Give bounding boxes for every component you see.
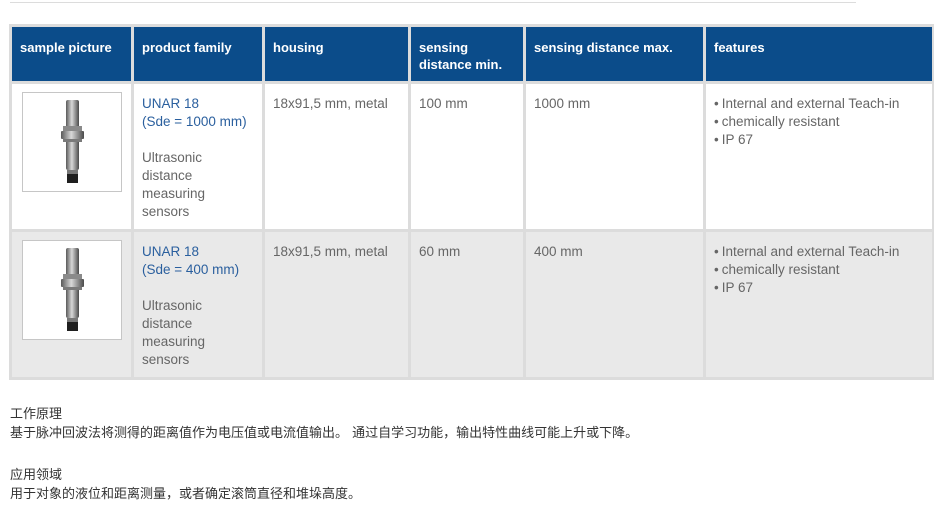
header-housing: housing <box>265 27 408 81</box>
header-sensing-distance-min: sensing distance min. <box>411 27 523 81</box>
features-list: Internal and external Teach-in chemicall… <box>714 95 924 149</box>
application-heading: 应用领域 <box>10 468 63 483</box>
sensing-max-cell: 400 mm <box>526 232 703 377</box>
product-name[interactable]: UNAR 18 <box>142 95 254 113</box>
product-family-cell: UNAR 18 (Sde = 400 mm) Ultrasonic distan… <box>134 232 262 377</box>
header-features: features <box>706 27 932 81</box>
product-table: sample picture product family housing se… <box>9 24 934 380</box>
product-family-cell: UNAR 18 (Sde = 1000 mm) Ultrasonic dista… <box>134 84 262 229</box>
top-divider <box>10 2 856 3</box>
product-sde[interactable]: (Sde = 400 mm) <box>142 261 254 279</box>
feature-item: chemically resistant <box>714 113 924 131</box>
application-text: 用于对象的液位和距离测量，或者确定滚筒直径和堆垛高度。 <box>10 487 362 502</box>
feature-item: Internal and external Teach-in <box>714 243 924 261</box>
features-cell: Internal and external Teach-in chemicall… <box>706 232 932 377</box>
feature-item: chemically resistant <box>714 261 924 279</box>
product-name[interactable]: UNAR 18 <box>142 243 254 261</box>
table-row: UNAR 18 (Sde = 1000 mm) Ultrasonic dista… <box>12 84 932 229</box>
table-row: UNAR 18 (Sde = 400 mm) Ultrasonic distan… <box>12 232 932 377</box>
header-sensing-distance-max: sensing distance max. <box>526 27 703 81</box>
housing-cell: 18x91,5 mm, metal <box>265 232 408 377</box>
ultrasonic-sensor-icon <box>61 248 84 331</box>
table-header-row: sample picture product family housing se… <box>12 27 932 81</box>
sensing-max-cell: 1000 mm <box>526 84 703 229</box>
header-product-family: product family <box>134 27 262 81</box>
product-sde[interactable]: (Sde = 1000 mm) <box>142 113 254 131</box>
housing-cell: 18x91,5 mm, metal <box>265 84 408 229</box>
principle-text: 基于脉冲回波法将测得的距离值作为电压值或电流值输出。 通过自学习功能，输出特性曲… <box>10 426 639 441</box>
sensor-thumbnail[interactable] <box>22 92 122 192</box>
sample-picture-cell <box>12 84 131 229</box>
feature-item: IP 67 <box>714 279 924 297</box>
feature-item: IP 67 <box>714 131 924 149</box>
features-list: Internal and external Teach-in chemicall… <box>714 243 924 297</box>
sensor-thumbnail[interactable] <box>22 240 122 340</box>
ultrasonic-sensor-icon <box>61 100 84 183</box>
principle-section: 工作原理 基于脉冲回波法将测得的距离值作为电压值或电流值输出。 通过自学习功能，… <box>10 405 638 443</box>
sample-picture-cell <box>12 232 131 377</box>
feature-item: Internal and external Teach-in <box>714 95 924 113</box>
features-cell: Internal and external Teach-in chemicall… <box>706 84 932 229</box>
application-section: 应用领域 用于对象的液位和距离测量，或者确定滚筒直径和堆垛高度。 <box>10 466 361 504</box>
sensing-min-cell: 60 mm <box>411 232 523 377</box>
product-description: Ultrasonic distance measuring sensors <box>142 150 206 219</box>
header-sample-picture: sample picture <box>12 27 131 81</box>
product-description: Ultrasonic distance measuring sensors <box>142 298 206 367</box>
principle-heading: 工作原理 <box>10 407 63 422</box>
sensing-min-cell: 100 mm <box>411 84 523 229</box>
